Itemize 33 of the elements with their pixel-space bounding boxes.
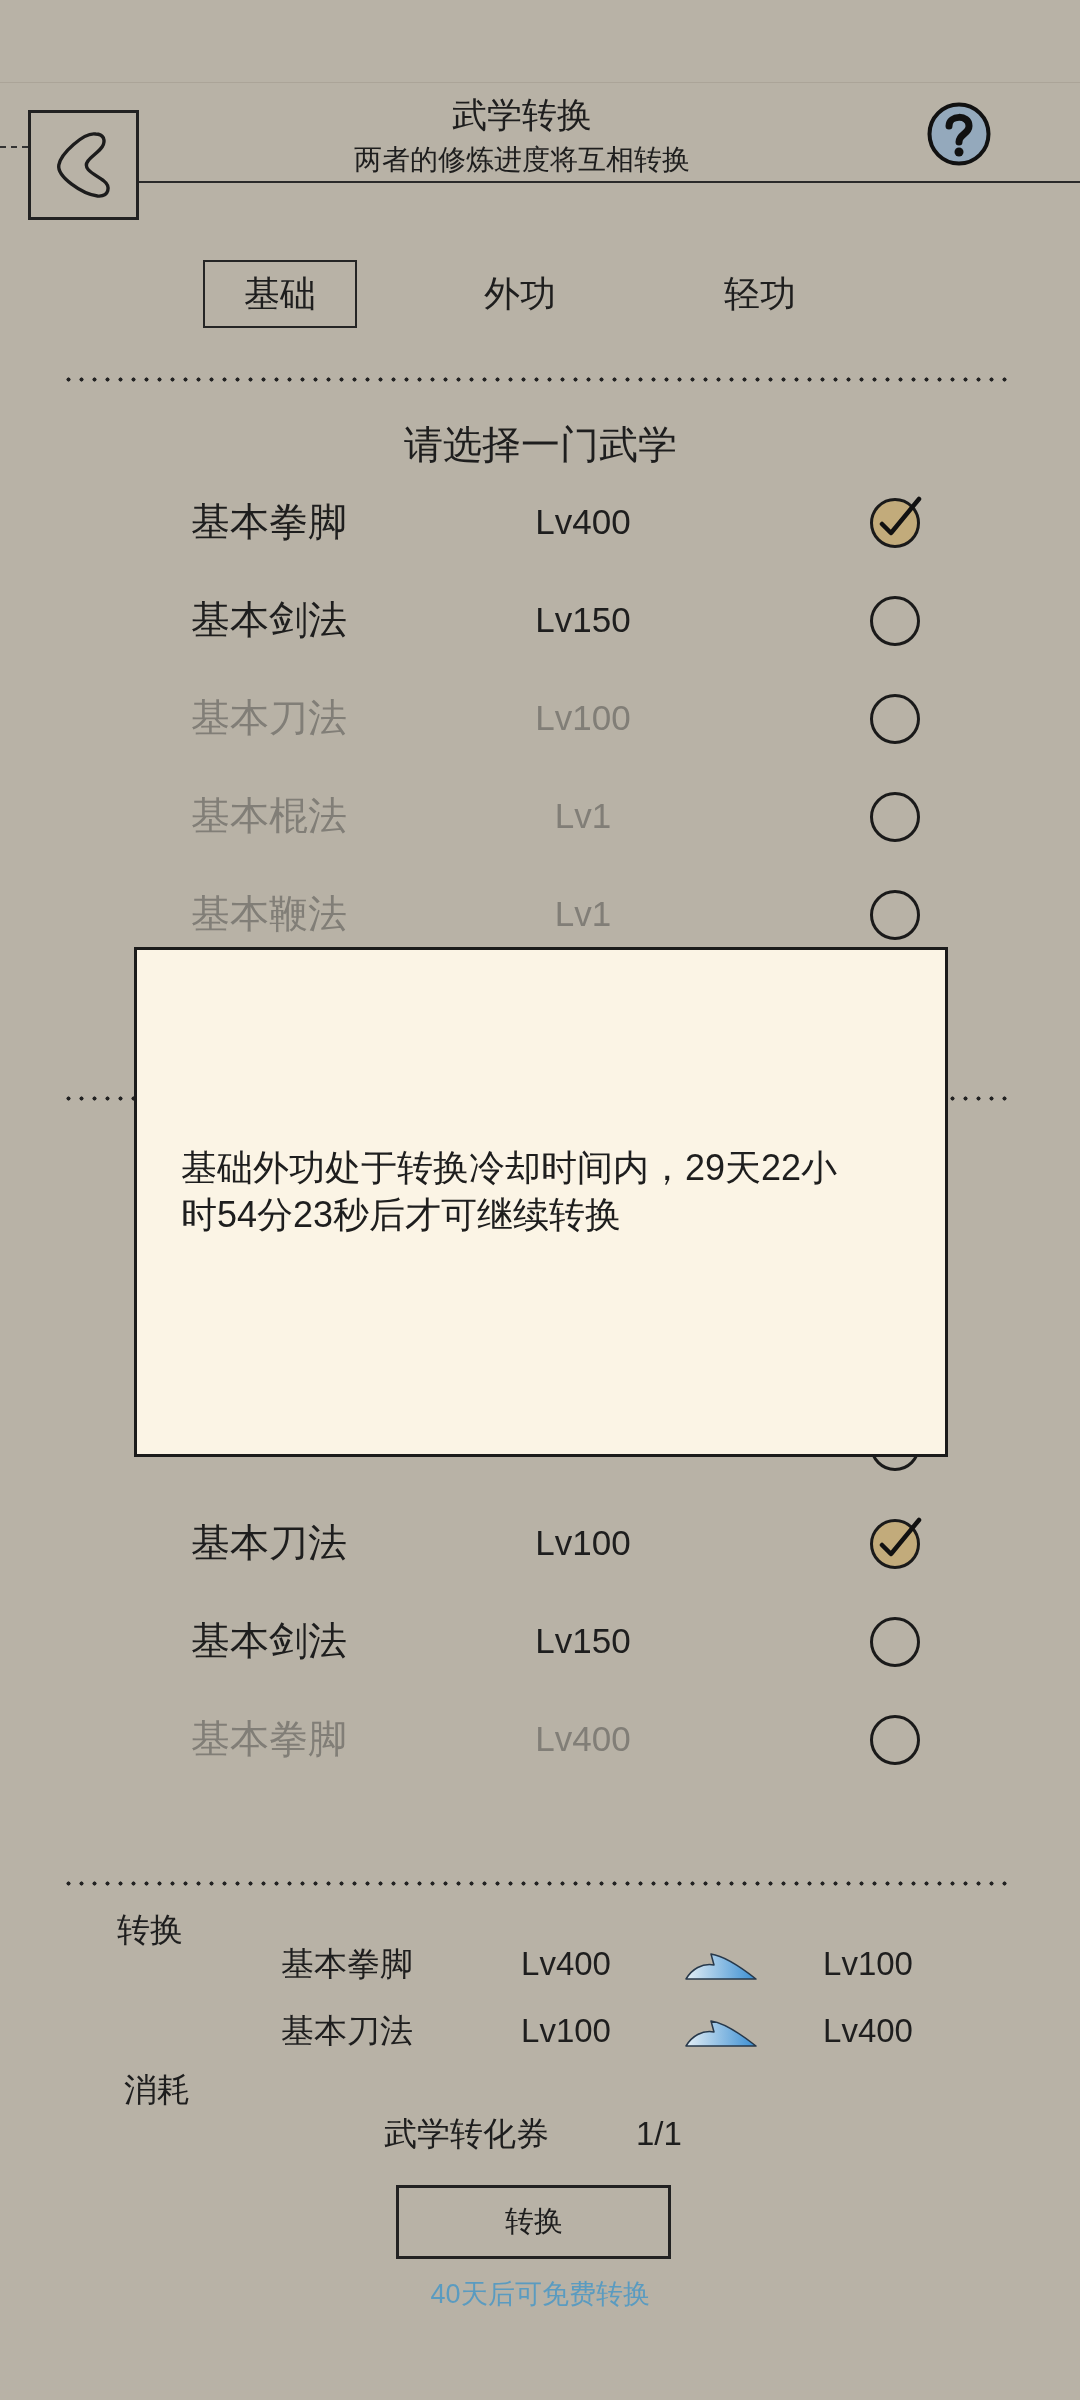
radio-button[interactable] bbox=[869, 495, 923, 549]
dialog-message: 基础外功处于转换冷却时间内，29天22小时54分23秒后才可继续转换 bbox=[181, 1146, 839, 1237]
level-before: Lv100 bbox=[521, 2010, 611, 2051]
skill-level: Lv150 bbox=[535, 1620, 631, 1662]
skill-level: Lv100 bbox=[535, 1522, 631, 1564]
radio-button[interactable] bbox=[869, 1516, 923, 1570]
skill-name: 基本剑法 bbox=[191, 597, 347, 643]
section-label: 转换 bbox=[117, 1910, 183, 1950]
skill-name: 基本刀法 bbox=[191, 1520, 347, 1566]
level-before: Lv400 bbox=[521, 1943, 611, 1984]
skill-level: Lv400 bbox=[535, 501, 631, 543]
skill-name: 基本拳脚 bbox=[281, 1943, 413, 1984]
skill-level: Lv150 bbox=[535, 599, 631, 641]
item-count: 1/1 bbox=[636, 2114, 682, 2154]
level-after: Lv400 bbox=[823, 2010, 913, 2051]
category-tab[interactable]: 外功 bbox=[443, 260, 597, 328]
section-prompt: 请选择一门武学 bbox=[403, 422, 677, 468]
category-tab[interactable]: 基础 bbox=[203, 260, 357, 328]
section-label: 消耗 bbox=[124, 2070, 190, 2110]
skill-name: 基本拳脚 bbox=[191, 499, 347, 545]
radio-button[interactable] bbox=[869, 1614, 923, 1668]
level-after: Lv100 bbox=[823, 1943, 913, 1984]
free-conversion-note: 40天后可免费转换 bbox=[430, 2278, 650, 2311]
back-button[interactable] bbox=[28, 110, 139, 220]
item-name: 武学转化券 bbox=[384, 2114, 549, 2154]
radio-button[interactable] bbox=[869, 593, 923, 647]
page-subtitle: 两者的修炼进度将互相转换 bbox=[354, 143, 690, 177]
category-tab[interactable]: 轻功 bbox=[683, 260, 837, 328]
skill-name: 基本剑法 bbox=[191, 1618, 347, 1664]
convert-button[interactable]: 转换 bbox=[396, 2185, 671, 2259]
help-icon[interactable] bbox=[927, 102, 991, 166]
skill-name: 基本刀法 bbox=[281, 2010, 413, 2051]
page-title: 武学转换 bbox=[452, 94, 592, 136]
